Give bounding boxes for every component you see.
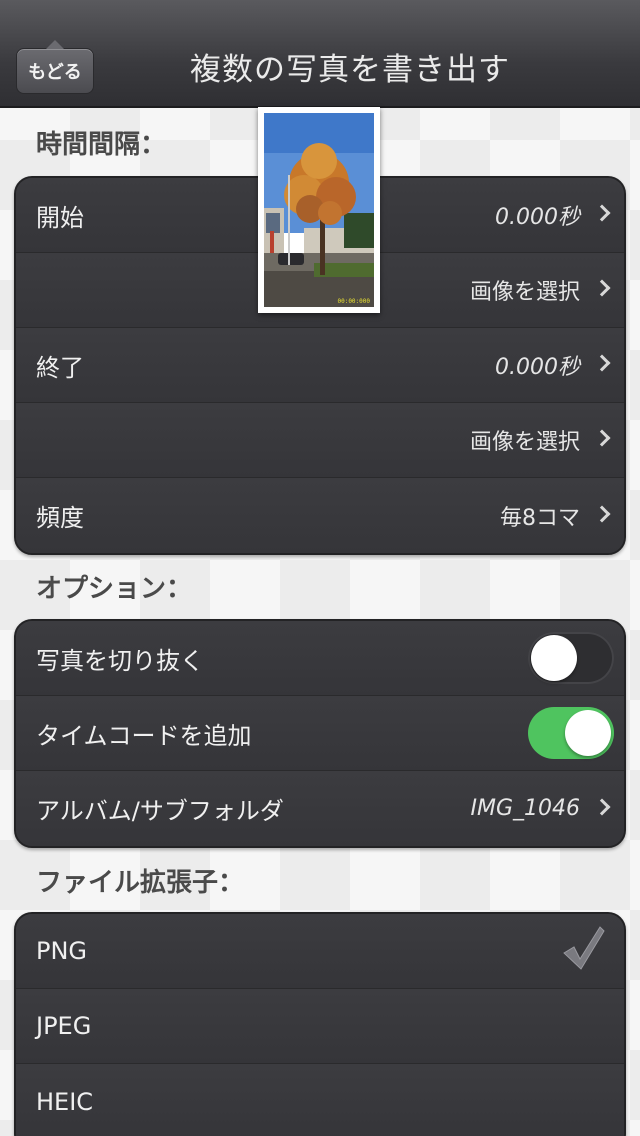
page-title: 複数の写真を書き出す (190, 52, 510, 88)
toggle-knob (531, 635, 577, 681)
chevron-right-icon (593, 354, 611, 372)
options-group: 写真を切り抜く タイムコードを追加 アルバム/サブフォルダ IMG_1046 (14, 619, 626, 848)
back-button[interactable]: もどる (16, 40, 94, 94)
row-add-timecode-label: タイムコードを追加 (36, 721, 252, 750)
chevron-right-icon (593, 204, 611, 222)
toggle-knob (565, 710, 611, 756)
row-end[interactable]: 終了 0.000秒 (16, 328, 624, 403)
row-end-select-image[interactable]: 画像を選択 (16, 403, 624, 478)
chevron-right-icon (593, 798, 611, 815)
crop-photo-toggle[interactable] (528, 632, 614, 684)
row-end-select-image-value: 画像を選択 (469, 430, 580, 455)
section-header-interval: 時間間隔： (36, 130, 167, 160)
row-png[interactable]: PNG (16, 914, 624, 989)
row-png-label: PNG (36, 937, 88, 965)
row-frequency[interactable]: 頻度 毎8コマ (16, 478, 624, 553)
navigation-bar: もどる 複数の写真を書き出す (0, 0, 640, 108)
row-crop-photo-label: 写真を切り抜く (36, 646, 204, 675)
row-end-value: 0.000秒 (495, 355, 580, 380)
chevron-right-icon (593, 505, 611, 522)
chevron-right-icon (593, 429, 611, 447)
row-jpeg-label: JPEG (36, 1012, 92, 1040)
row-album-subfolder-label: アルバム/サブフォルダ (36, 797, 284, 825)
row-album-subfolder[interactable]: アルバム/サブフォルダ IMG_1046 (16, 771, 624, 846)
row-add-timecode: タイムコードを追加 (16, 696, 624, 771)
thumbnail-timecode: 00:00:000 (337, 298, 370, 305)
row-start-select-image-value: 画像を選択 (469, 280, 580, 305)
row-crop-photo: 写真を切り抜く (16, 621, 624, 696)
row-frequency-label: 頻度 (36, 504, 84, 532)
row-heic-label: HEIC (36, 1087, 94, 1116)
file-extension-group: PNG JPEG HEIC (14, 912, 626, 1136)
row-album-subfolder-value: IMG_1046 (470, 796, 580, 821)
tree-photo-image: 00:00:000 (264, 113, 374, 307)
checkmark-icon (563, 926, 605, 970)
row-start-label: 開始 (36, 203, 84, 232)
row-jpeg[interactable]: JPEG (16, 989, 624, 1064)
section-header-file-extension: ファイル拡張子： (36, 868, 245, 898)
row-heic[interactable]: HEIC (16, 1064, 624, 1136)
row-frequency-value: 毎8コマ (500, 505, 580, 531)
chevron-right-icon (593, 279, 611, 297)
add-timecode-toggle[interactable] (528, 707, 614, 759)
frame-thumbnail: 00:00:000 (258, 107, 380, 313)
row-start-value: 0.000秒 (495, 205, 580, 230)
row-end-label: 終了 (36, 353, 84, 382)
section-header-options: オプション： (36, 574, 193, 604)
